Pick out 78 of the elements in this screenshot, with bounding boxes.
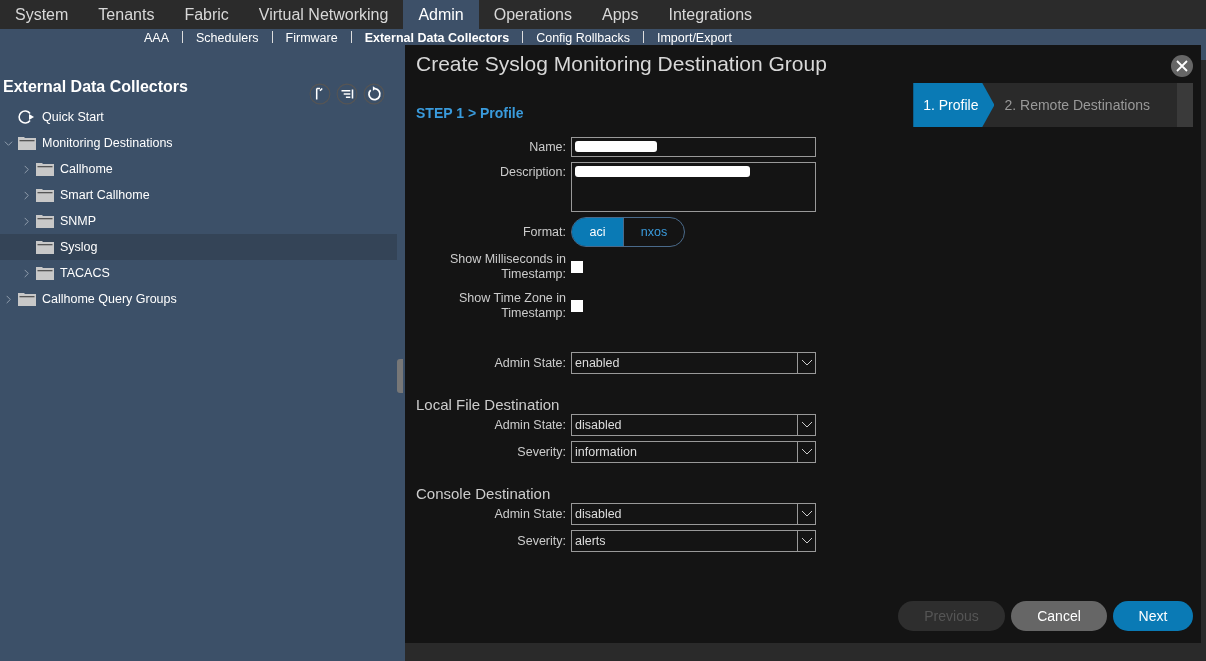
chevron-icon[interactable] [4,138,13,148]
field-label: Admin State: [493,417,566,433]
field-label: Format: [521,224,566,240]
refresh-icon[interactable] [363,83,385,105]
segment-option[interactable]: aci [572,218,623,246]
caret-icon [800,421,813,429]
field-label: Admin State: [493,355,566,371]
folder-icon [18,136,36,150]
nav-tab[interactable]: Apps [587,0,654,29]
caret-icon [800,359,813,367]
folder-icon [36,266,54,280]
tree-item[interactable]: Callhome [0,156,397,182]
tree-item[interactable]: SNMP [0,208,397,234]
dialog-button[interactable]: Cancel [1011,601,1107,631]
subnav-link[interactable]: Import/Export [643,31,745,45]
nav-tab[interactable]: Integrations [653,0,768,29]
tree-item[interactable]: Monitoring Destinations [0,130,397,156]
subnav-link[interactable]: AAA [131,31,182,45]
field-label: Severity: [516,444,566,460]
checkbox[interactable] [571,261,583,273]
list-icon[interactable] [336,83,358,105]
folder-icon [36,188,54,202]
nav-tab[interactable]: Operations [478,0,587,29]
field-label: Show Time Zone in Timestamp: [458,291,566,321]
dropdown[interactable]: disabled [571,503,816,525]
close-button[interactable] [1171,55,1193,77]
folder-icon [36,162,54,176]
chevron-icon[interactable] [22,190,31,200]
tree-item[interactable]: Callhome Query Groups [0,286,397,312]
tree-item[interactable]: Syslog [0,234,397,260]
chevron-icon[interactable] [22,268,31,278]
chevron-icon[interactable] [22,216,31,226]
step-heading: STEP 1 > Profile [416,105,524,121]
caret-icon [800,448,813,456]
close-icon [1176,60,1188,72]
nav-tab[interactable]: System [0,0,84,29]
dialog-title: Create Syslog Monitoring Destination Group [416,52,827,76]
field-label: Name: [528,139,566,155]
dropdown[interactable]: enabled [571,352,816,374]
description-field[interactable] [571,162,816,212]
dialog-button[interactable]: Next [1113,601,1193,631]
nav-tab[interactable]: Admin [403,0,479,29]
nav-tab[interactable]: Virtual Networking [243,0,404,29]
chevron-icon[interactable] [22,164,31,174]
dropdown[interactable]: information [571,441,816,463]
field-label: Admin State: [493,506,566,522]
checkbox[interactable] [571,300,583,312]
collapse-icon[interactable] [309,83,331,105]
subnav-link[interactable]: Config Rollbacks [523,31,643,45]
wizard-step[interactable]: 1. Profile [913,83,995,127]
play-icon [18,110,36,124]
field-label: Show Milliseconds in Timestamp: [448,252,566,282]
wizard-step[interactable]: 2. Remote Destinations [980,83,1177,127]
folder-icon [18,292,36,306]
tree-item[interactable]: TACACS [0,260,397,286]
stepper-end-bar [1177,83,1193,127]
field-label: Severity: [516,533,566,549]
segment-option[interactable]: nxos [623,218,684,246]
folder-icon [36,240,54,254]
chevron-icon[interactable] [4,294,13,304]
dropdown[interactable]: disabled [571,414,816,436]
tree-item[interactable]: Quick Start [0,104,397,130]
tree-item[interactable]: Smart Callhome [0,182,397,208]
caret-icon [800,510,813,518]
subnav-link[interactable]: Schedulers [183,31,272,45]
subnav-link[interactable]: External Data Collectors [351,31,523,45]
dropdown[interactable]: alerts [571,530,816,552]
section-heading: Local File Destination [416,396,561,413]
caret-icon [800,537,813,545]
nav-tab[interactable]: Tenants [83,0,170,29]
folder-icon [36,214,54,228]
section-heading: Console Destination [416,485,552,502]
splitter-handle[interactable] [397,358,403,393]
name-field[interactable] [571,137,816,157]
nav-tab[interactable]: Fabric [169,0,244,29]
subnav-link[interactable]: Firmware [272,31,351,45]
sidebar-title: External Data Collectors [3,78,188,96]
field-label: Description: [499,165,566,180]
